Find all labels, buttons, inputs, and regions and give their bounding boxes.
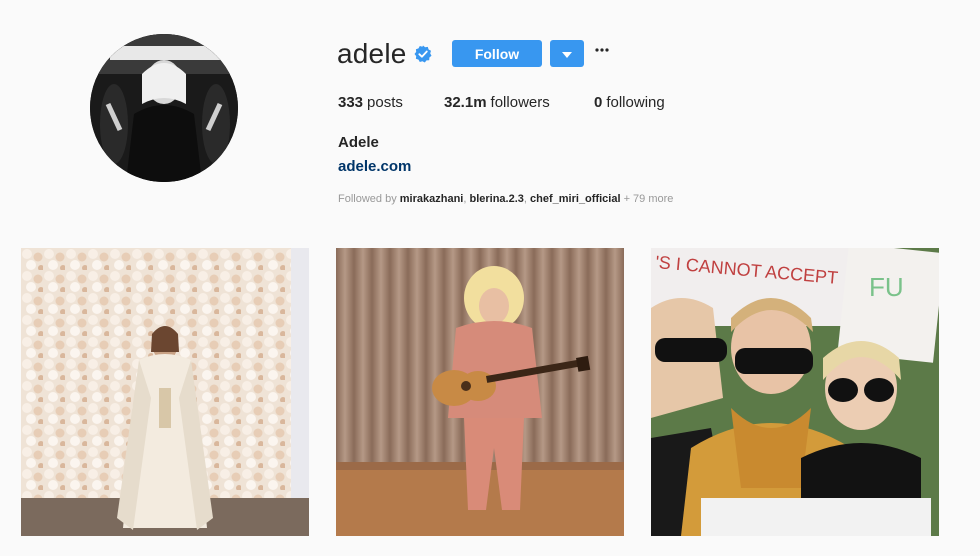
followed-by-prefix: Followed by [338,193,397,205]
followers-count[interactable]: 32.1m followers [444,94,594,111]
followed-by-user-link[interactable]: blerina.2.3 [469,193,523,205]
following-count-value: 0 [594,94,603,111]
more-options-icon[interactable] [594,42,610,64]
post-thumbnail[interactable]: 'S I CANNOT ACCEPT FU [651,248,939,536]
follow-button[interactable]: Follow [452,40,542,67]
suggestions-dropdown-button[interactable] [550,40,584,67]
posts-count: 333 posts [338,94,444,111]
chevron-down-icon [562,45,572,63]
profile-full-name: Adele [338,134,379,151]
username: adele [337,38,407,69]
followers-count-value: 32.1m [444,94,487,111]
followed-by-user-link[interactable]: chef_miri_official [530,193,620,205]
profile-avatar [90,34,238,182]
post-thumbnail[interactable] [21,248,309,536]
followed-by-user-link[interactable]: mirakazhani [400,193,464,205]
following-count-label: following [606,94,665,111]
post-thumbnail[interactable] [336,248,624,536]
svg-text:FU: FU [869,272,904,302]
followers-count-label: followers [490,94,550,111]
profile-header: adele [337,36,432,72]
posts-count-label: posts [367,94,403,111]
verified-icon [414,45,432,63]
followed-by-more[interactable]: + 79 more [624,193,674,205]
followed-by-text: Followed by mirakazhani, blerina.2.3, ch… [338,193,674,205]
profile-stats: 333 posts 32.1m followers 0 following [338,94,665,111]
following-count[interactable]: 0 following [594,94,665,111]
posts-count-value: 333 [338,94,364,111]
profile-website-link[interactable]: adele.com [338,158,411,175]
